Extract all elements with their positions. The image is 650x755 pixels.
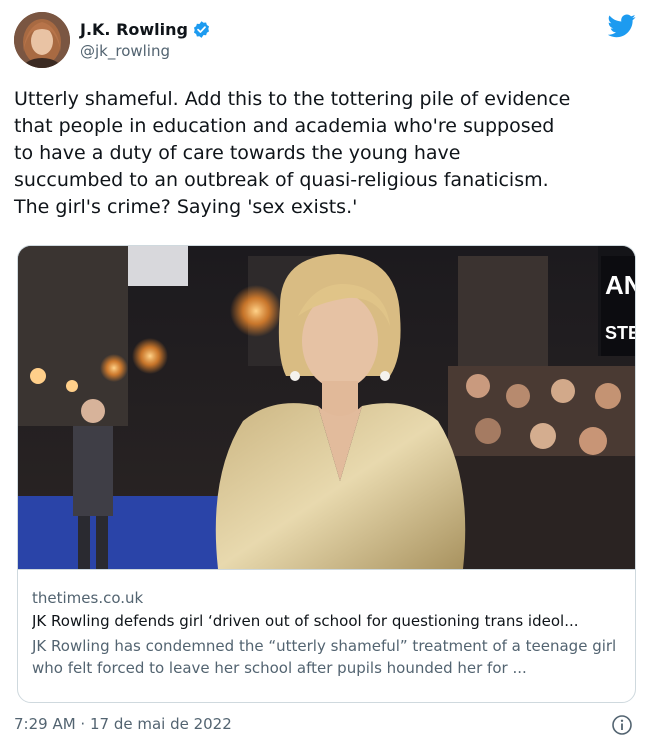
tweet-text: Utterly shameful. Add this to the totter… [14, 88, 571, 218]
handle[interactable]: @jk_rowling [80, 42, 211, 60]
timestamp[interactable]: 7:29 AM · 17 de mai de 2022 [14, 715, 232, 733]
verified-badge-icon [192, 20, 211, 39]
card-body[interactable]: thetimes.co.uk JK Rowling defends girl ‘… [18, 569, 635, 702]
display-name[interactable]: J.K. Rowling [80, 20, 188, 39]
card-domain: thetimes.co.uk [32, 589, 144, 607]
twitter-bird-icon[interactable] [607, 14, 636, 38]
svg-text:AN: AN [605, 270, 635, 300]
author-names: J.K. Rowling @jk_rowling [80, 18, 211, 60]
article-photo[interactable]: AN STEA [18, 246, 635, 569]
tweet-header: J.K. Rowling @jk_rowling [14, 12, 636, 70]
link-card[interactable]: AN STEA thetimes.co.uk JK Rowling defend… [17, 245, 636, 703]
tweet: J.K. Rowling @jk_rowling Utterly shamefu… [0, 0, 650, 755]
avatar[interactable] [14, 12, 70, 68]
svg-text:STEA: STEA [605, 323, 635, 343]
info-icon[interactable] [611, 714, 633, 736]
display-name-row: J.K. Rowling [80, 18, 211, 40]
card-description: JK Rowling has condemned the “utterly sh… [32, 637, 617, 677]
card-title[interactable]: JK Rowling defends girl ‘driven out of s… [32, 611, 621, 632]
tweet-footer: 7:29 AM · 17 de mai de 2022 [14, 712, 636, 740]
